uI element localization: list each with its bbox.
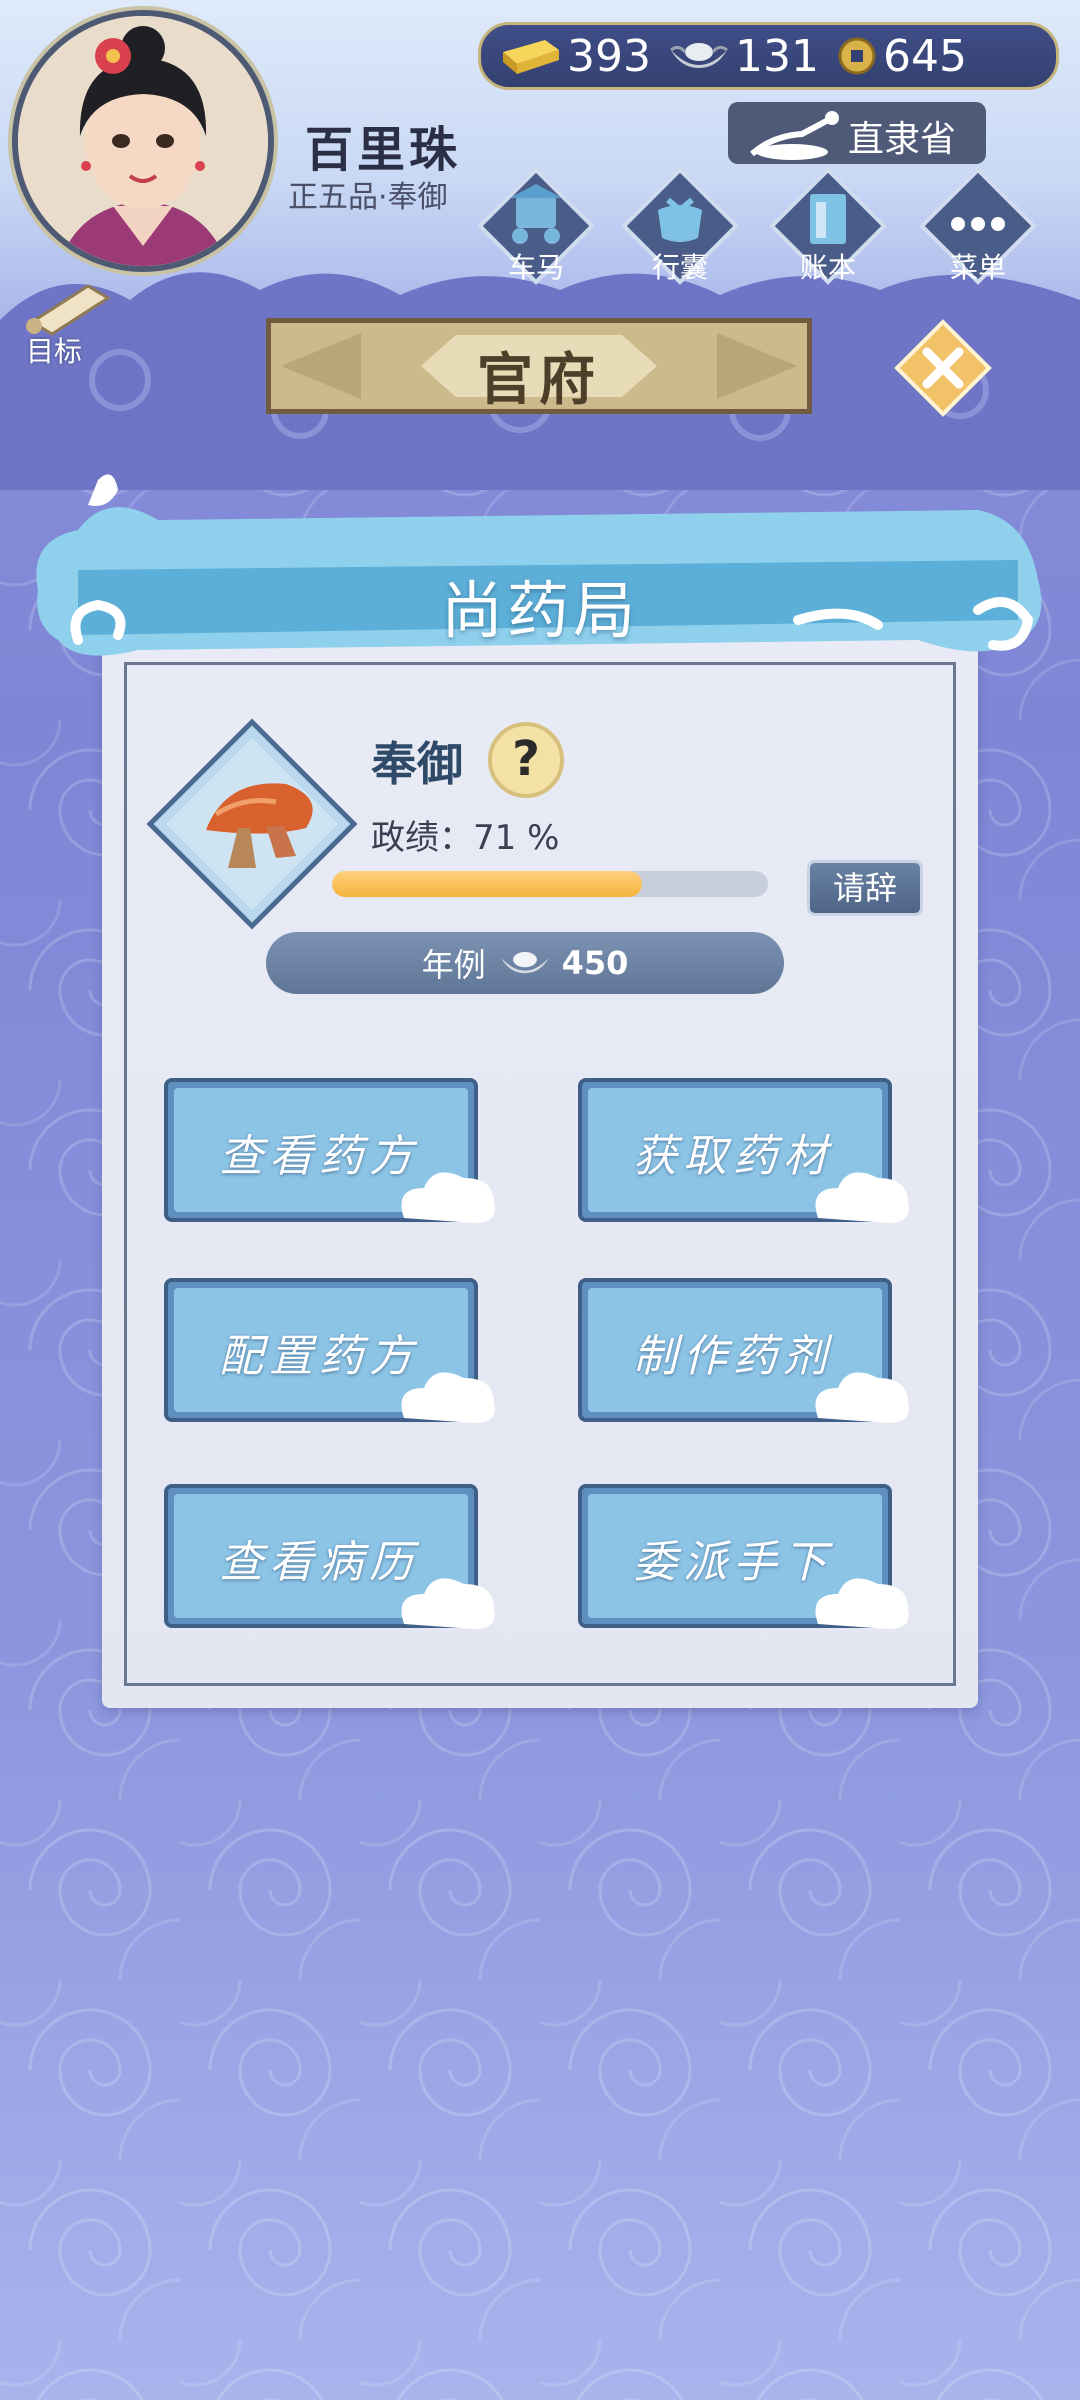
bureau-title: 尚药局 — [440, 574, 639, 647]
goal-button[interactable]: 目标 — [18, 278, 118, 368]
gold-ingot-icon — [503, 40, 559, 74]
salary-value: 450 — [561, 944, 629, 982]
official-item-frame — [146, 718, 358, 930]
goal-label: 目标 — [26, 335, 83, 368]
merit-progress-fill — [332, 871, 642, 897]
province-label: 直隶省 — [848, 119, 957, 160]
merit-progress-bar — [332, 871, 768, 897]
seal-stamp-icon — [749, 111, 839, 160]
currency-bar: 393 131 645 — [478, 22, 1059, 90]
merit-text: 政绩：71 % — [371, 818, 560, 858]
annual-salary-bar: 年例 450 — [266, 932, 784, 994]
coin-amount: 645 — [882, 30, 967, 82]
action-label: 委派手下 — [633, 1537, 833, 1588]
nav-ledger-button[interactable]: 账本 — [768, 166, 888, 286]
silver-currency: 131 — [669, 31, 819, 82]
office-title-text: 官府 — [477, 348, 601, 413]
silver-amount: 131 — [734, 30, 819, 82]
action-view-prescriptions[interactable]: 查看药方 — [164, 1078, 504, 1228]
job-title: 奉御 — [371, 737, 463, 791]
coin-currency: 645 — [837, 31, 967, 82]
mushroom-herb-icon — [146, 718, 358, 930]
portrait-icon — [18, 16, 268, 266]
action-label: 获取药材 — [633, 1131, 833, 1182]
office-title-plaque: 官府 — [266, 318, 812, 414]
nav-menu-button[interactable]: 菜单 — [918, 166, 1038, 286]
action-view-records[interactable]: 查看病历 — [164, 1484, 504, 1634]
action-obtain-herbs[interactable]: 获取药材 — [578, 1078, 918, 1228]
nav-carriage-label: 车马 — [507, 251, 564, 284]
close-button[interactable] — [893, 318, 993, 418]
nav-carriage-button[interactable]: 车马 — [476, 166, 596, 286]
province-badge[interactable]: 直隶省 — [728, 102, 986, 164]
nav-bag-label: 行囊 — [651, 251, 708, 284]
action-label: 制作药剂 — [633, 1331, 833, 1382]
player-rank: 正五品·奉御 — [288, 180, 448, 215]
nav-ledger-label: 账本 — [799, 251, 856, 284]
scroll-icon — [26, 284, 111, 336]
silver-ingot-icon — [670, 43, 728, 68]
help-button[interactable]: ? — [488, 722, 564, 798]
close-icon — [894, 319, 992, 417]
copper-coin-icon — [838, 37, 876, 75]
action-label: 查看病历 — [219, 1537, 419, 1588]
player-name: 百里珠 — [305, 122, 462, 178]
salary-label: 年例 — [421, 946, 486, 984]
nav-bag-button[interactable]: 行囊 — [620, 166, 740, 286]
gold-amount: 393 — [567, 30, 651, 82]
action-make-medicine[interactable]: 制作药剂 — [578, 1278, 918, 1428]
resign-button[interactable]: 请辞 — [807, 860, 923, 916]
action-label: 配置药方 — [219, 1331, 419, 1382]
player-avatar[interactable] — [12, 10, 274, 272]
action-prepare-prescription[interactable]: 配置药方 — [164, 1278, 504, 1428]
gold-currency: 393 — [499, 31, 651, 82]
nav-menu-label: 菜单 — [949, 251, 1006, 284]
action-label: 查看药方 — [219, 1131, 419, 1182]
silver-ingot-icon — [500, 951, 549, 974]
action-assign-staff[interactable]: 委派手下 — [578, 1484, 918, 1634]
